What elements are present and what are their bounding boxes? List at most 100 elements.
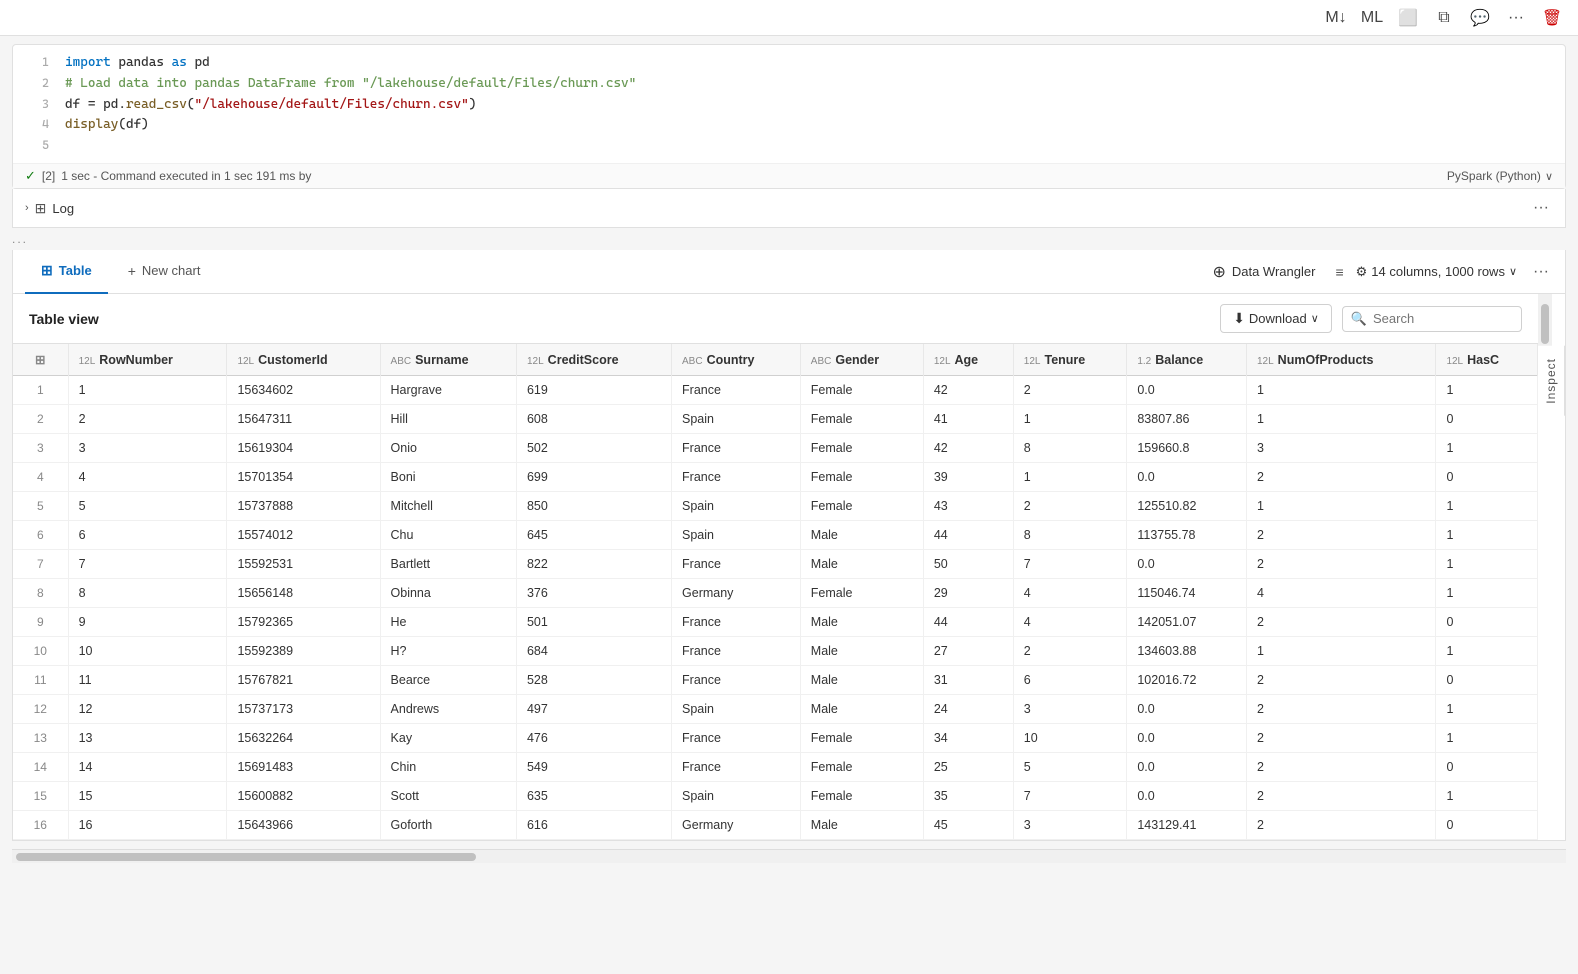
vertical-scrollbar[interactable] xyxy=(1538,294,1552,346)
tab-actions: ⊕ Data Wrangler ≡ ⚙ 14 columns, 1000 row… xyxy=(1204,258,1553,286)
cell-idx: 4 xyxy=(13,463,68,492)
download-icon: ⬇ xyxy=(1233,310,1245,327)
cell-creditscore: 376 xyxy=(516,579,671,608)
col-header-gender[interactable]: ABCGender xyxy=(800,344,923,376)
ml-button[interactable]: ML xyxy=(1358,4,1386,32)
tab-table-icon: ⊞ xyxy=(41,262,53,279)
cell-tenure: 3 xyxy=(1013,695,1127,724)
horizontal-scrollbar[interactable] xyxy=(12,849,1566,863)
col-header-customerid[interactable]: 12LCustomerId xyxy=(227,344,380,376)
search-input[interactable] xyxy=(1373,311,1513,326)
markdown-button[interactable]: M↓ xyxy=(1322,4,1350,32)
cell-numofproducts: 2 xyxy=(1246,463,1435,492)
cell-age: 42 xyxy=(923,434,1013,463)
tab-table[interactable]: ⊞ Table xyxy=(25,250,108,294)
cell-country: Spain xyxy=(672,695,801,724)
cell-idx: 15 xyxy=(13,782,68,811)
log-more-icon[interactable]: ··· xyxy=(1529,195,1553,221)
col-header-rownumber[interactable]: 12LRowNumber xyxy=(68,344,227,376)
chat-button[interactable]: 💬 xyxy=(1466,4,1494,32)
cell-customerid: 15792365 xyxy=(227,608,380,637)
cell-surname: Obinna xyxy=(380,579,516,608)
cell-rownumber: 2 xyxy=(68,405,227,434)
cell-creditscore: 501 xyxy=(516,608,671,637)
cell-age: 43 xyxy=(923,492,1013,521)
cell-hasc: 0 xyxy=(1436,405,1538,434)
cell-surname: Hargrave xyxy=(380,376,516,405)
data-table: ⊞ 12LRowNumber 12LCustomerId ABCSurname … xyxy=(13,344,1538,840)
cell-customerid: 15619304 xyxy=(227,434,380,463)
log-chevron-icon[interactable]: › xyxy=(25,202,29,214)
data-table-container[interactable]: ⊞ 12LRowNumber 12LCustomerId ABCSurname … xyxy=(13,343,1538,840)
cell-country: France xyxy=(672,463,801,492)
table-view-title: Table view xyxy=(29,311,99,327)
cell-tenure: 7 xyxy=(1013,550,1127,579)
cell-customerid: 15592531 xyxy=(227,550,380,579)
cell-numofproducts: 2 xyxy=(1246,608,1435,637)
cell-rownumber: 5 xyxy=(68,492,227,521)
cell-balance: 125510.82 xyxy=(1127,492,1247,521)
col-header-surname[interactable]: ABCSurname xyxy=(380,344,516,376)
cell-hasc: 1 xyxy=(1436,782,1538,811)
cell-hasc: 1 xyxy=(1436,579,1538,608)
delete-button[interactable]: 🗑 xyxy=(1538,4,1566,32)
more-button[interactable]: ··· xyxy=(1502,4,1530,32)
cell-gender: Male xyxy=(800,637,923,666)
copy-button[interactable]: ⧉ xyxy=(1430,4,1458,32)
table-view-actions: ⬇ Download ∨ 🔍 xyxy=(1220,304,1522,333)
cell-footer: ✓ [2] 1 sec - Command executed in 1 sec … xyxy=(13,163,1565,188)
cell-tenure: 7 xyxy=(1013,782,1127,811)
cell-creditscore: 616 xyxy=(516,811,671,840)
table-view-header: Table view ⬇ Download ∨ 🔍 xyxy=(13,294,1538,343)
log-label: Log xyxy=(52,201,74,216)
cell-rownumber: 14 xyxy=(68,753,227,782)
columns-chevron-icon[interactable]: ∨ xyxy=(1509,265,1517,278)
gear-icon: ⚙ xyxy=(1356,264,1368,280)
cell-balance: 102016.72 xyxy=(1127,666,1247,695)
runtime-chevron[interactable]: ∨ xyxy=(1545,170,1553,183)
search-box[interactable]: 🔍 xyxy=(1342,306,1522,332)
col-header-creditscore[interactable]: 12LCreditScore xyxy=(516,344,671,376)
download-button[interactable]: ⬇ Download ∨ xyxy=(1220,304,1332,333)
col-header-hasc[interactable]: 12LHasC xyxy=(1436,344,1538,376)
data-wrangler-button[interactable]: ⊕ Data Wrangler xyxy=(1204,258,1323,286)
cell-gender: Female xyxy=(800,463,923,492)
cell-age: 44 xyxy=(923,608,1013,637)
runtime-selector[interactable]: PySpark (Python) ∨ xyxy=(1447,169,1553,183)
line-number-2: 2 xyxy=(25,74,49,93)
inspect-panel[interactable]: Inspect xyxy=(1538,346,1565,416)
tab-more-icon[interactable]: ··· xyxy=(1529,263,1553,281)
col-header-numofproducts[interactable]: 12LNumOfProducts xyxy=(1246,344,1435,376)
cell-creditscore: 684 xyxy=(516,637,671,666)
cell-creditscore: 635 xyxy=(516,782,671,811)
filter-icon[interactable]: ≡ xyxy=(1335,264,1343,280)
col-header-country[interactable]: ABCCountry xyxy=(672,344,801,376)
cell-hasc: 1 xyxy=(1436,434,1538,463)
table-row: 6615574012Chu645SpainMale448113755.7821 xyxy=(13,521,1538,550)
cell-footer-left: ✓ [2] 1 sec - Command executed in 1 sec … xyxy=(25,168,311,184)
log-table-icon: ⊞ xyxy=(35,200,47,217)
monitor-button[interactable]: ⬜ xyxy=(1394,4,1422,32)
col-header-tenure[interactable]: 12LTenure xyxy=(1013,344,1127,376)
cell-customerid: 15656148 xyxy=(227,579,380,608)
columns-info[interactable]: ⚙ 14 columns, 1000 rows ∨ xyxy=(1356,264,1517,280)
code-area[interactable]: 1 import pandas as pd 2 # Load data into… xyxy=(13,45,1565,163)
cell-balance: 143129.41 xyxy=(1127,811,1247,840)
cell-balance: 83807.86 xyxy=(1127,405,1247,434)
col-header-age[interactable]: 12LAge xyxy=(923,344,1013,376)
cell-customerid: 15737173 xyxy=(227,695,380,724)
table-header: ⊞ 12LRowNumber 12LCustomerId ABCSurname … xyxy=(13,344,1538,376)
cell-idx: 11 xyxy=(13,666,68,695)
cell-numofproducts: 1 xyxy=(1246,637,1435,666)
col-header-balance[interactable]: 1.2Balance xyxy=(1127,344,1247,376)
cell-gender: Female xyxy=(800,376,923,405)
tab-new-chart[interactable]: + New chart xyxy=(112,250,217,294)
cell-age: 35 xyxy=(923,782,1013,811)
cell-creditscore: 699 xyxy=(516,463,671,492)
cell-country: Germany xyxy=(672,811,801,840)
table-body: 1115634602Hargrave619FranceFemale4220.01… xyxy=(13,376,1538,840)
check-icon: ✓ xyxy=(25,168,36,184)
cell-hasc: 0 xyxy=(1436,666,1538,695)
cell-gender: Female xyxy=(800,434,923,463)
table-row: 151515600882Scott635SpainFemale3570.021 xyxy=(13,782,1538,811)
